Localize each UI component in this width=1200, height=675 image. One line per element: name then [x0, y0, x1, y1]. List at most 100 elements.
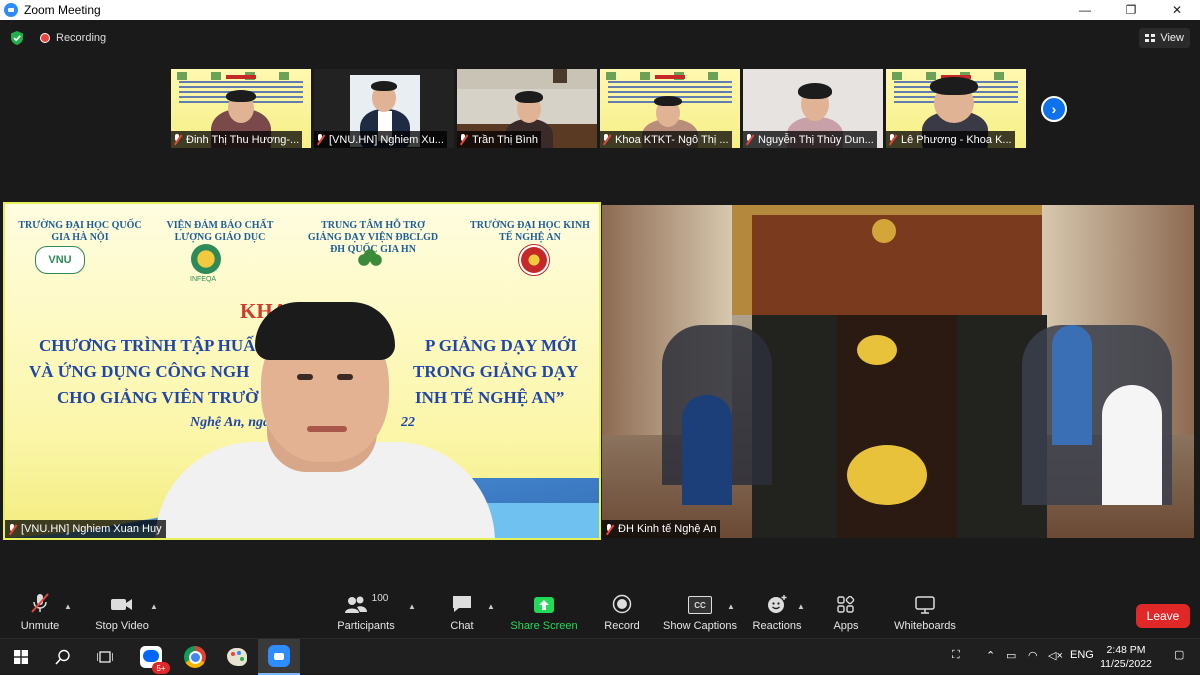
chat-options-chevron-icon[interactable]: ▲	[487, 602, 495, 611]
tray-chevron-up-icon[interactable]: ⌃	[986, 649, 995, 662]
zalo-badge: 5+	[152, 662, 170, 674]
room-video[interactable]: ĐH Kinh tế Nghệ An	[602, 205, 1194, 538]
participant-name: Lê Phương - Khoa K...	[886, 131, 1015, 148]
video-options-chevron-icon[interactable]: ▲	[150, 602, 158, 611]
encryption-shield-icon[interactable]	[10, 31, 24, 45]
chrome-icon	[184, 646, 206, 668]
reactions-smiley-icon	[768, 595, 787, 613]
grid-view-icon	[1145, 34, 1156, 42]
whiteboards-label: Whiteboards	[894, 620, 956, 632]
whiteboard-icon	[915, 596, 935, 614]
taskbar-chrome[interactable]	[174, 639, 216, 675]
task-view-icon	[97, 651, 113, 663]
next-page-button[interactable]: ›	[1041, 96, 1067, 122]
banner-line2-right: TRONG GIẢNG DẠY	[413, 362, 579, 381]
center-tree-logo	[355, 248, 385, 278]
share-screen-icon	[534, 597, 554, 613]
minimize-button[interactable]: —	[1062, 0, 1108, 20]
participants-button[interactable]: 100 Participants	[334, 588, 398, 638]
reactions-options-chevron-icon[interactable]: ▲	[797, 602, 805, 611]
stop-video-button[interactable]: Stop Video	[92, 588, 152, 638]
chevron-right-icon: ›	[1051, 101, 1057, 117]
chat-button[interactable]: Chat	[444, 588, 480, 638]
recording-icon	[40, 33, 50, 43]
banner-org-infeqa: VIỆN ĐẢM BẢO CHẤT LƯỢNG GIÁO DỤC	[166, 220, 274, 243]
speaker-name-label: [VNU.HN] Nghiem Xuan Huy	[5, 520, 166, 538]
active-speaker-video[interactable]: TRƯỜNG ĐẠI HỌC QUỐC GIA HÀ NỘI VIỆN ĐẢM …	[3, 202, 601, 540]
task-view-button[interactable]	[84, 639, 126, 675]
participant-thumbnail[interactable]: [VNU.HN] Nghiem Xu...	[314, 69, 454, 148]
banner-line1-left: CHƯƠNG TRÌNH TẬP HUẤ	[39, 336, 256, 355]
meeting-toolbar: Unmute ▲ Stop Video ▲ 100 Participants ▲…	[0, 588, 1200, 638]
banner-date-right: 22	[401, 415, 415, 430]
chat-label: Chat	[450, 620, 474, 632]
taskbar-zoom[interactable]	[258, 639, 300, 675]
reactions-button[interactable]: Reactions	[750, 588, 804, 638]
input-language[interactable]: ENG	[1070, 649, 1094, 661]
participant-name: [VNU.HN] Nghiem Xu...	[314, 131, 447, 148]
participants-icon	[344, 596, 367, 613]
clock-time: 2:48 PM	[1106, 644, 1146, 656]
maximize-button[interactable]: ❐	[1108, 0, 1154, 20]
record-button[interactable]: Record	[602, 588, 642, 638]
share-screen-button[interactable]: Share Screen	[510, 588, 578, 638]
participant-name: Trần Thị Bình	[457, 131, 542, 148]
record-icon	[612, 594, 632, 614]
start-button[interactable]	[0, 639, 42, 675]
zalo-icon: 5+	[140, 646, 170, 674]
captions-cc-icon: CC	[688, 596, 712, 614]
audio-options-chevron-icon[interactable]: ▲	[64, 602, 72, 611]
chat-bubble-icon	[453, 596, 471, 612]
meeting-info-bar: Recording View	[0, 20, 1200, 56]
participant-name: Đinh Thị Thu Hương-...	[171, 131, 303, 148]
paint-palette-icon	[227, 648, 247, 666]
view-button[interactable]: View	[1139, 28, 1190, 48]
stop-video-label: Stop Video	[95, 620, 149, 632]
show-captions-label: Show Captions	[663, 620, 737, 632]
zoom-app-icon	[268, 645, 290, 667]
participant-thumbnail[interactable]: Nguyễn Thị Thùy Dun...	[743, 69, 883, 148]
infeqa-logo	[191, 244, 221, 274]
participant-thumbnail[interactable]: Trần Thị Bình	[457, 69, 597, 148]
record-label: Record	[604, 620, 640, 632]
participants-options-chevron-icon[interactable]: ▲	[408, 602, 416, 611]
battery-icon[interactable]: ▭	[1006, 649, 1016, 662]
banner-date-left: Nghệ An, ngày	[190, 415, 277, 430]
participant-thumbnail[interactable]: Lê Phương - Khoa K...	[886, 69, 1026, 148]
leave-button[interactable]: Leave	[1136, 604, 1190, 628]
taskbar-clock[interactable]: 2:48 PM 11/25/2022	[1098, 643, 1154, 671]
participant-name: Nguyễn Thị Thùy Dun...	[743, 131, 877, 148]
participants-count: 100	[371, 593, 389, 604]
close-button[interactable]: ✕	[1154, 0, 1200, 20]
captions-options-chevron-icon[interactable]: ▲	[727, 602, 735, 611]
windows-logo-icon	[14, 650, 28, 664]
window-title: Zoom Meeting	[24, 3, 101, 17]
wifi-icon[interactable]: ◠	[1028, 649, 1038, 662]
whiteboards-button[interactable]: Whiteboards	[890, 588, 960, 638]
participant-thumbnail[interactable]: Đinh Thị Thu Hương-...	[171, 69, 311, 148]
people-icon[interactable]: ⛶	[952, 649, 960, 662]
apps-button[interactable]: Apps	[828, 588, 864, 638]
taskbar-zalo[interactable]: 5+	[130, 639, 172, 675]
clock-date: 11/25/2022	[1100, 658, 1152, 670]
zoom-logo-icon	[4, 3, 18, 17]
apps-label: Apps	[833, 620, 859, 632]
share-screen-label: Share Screen	[510, 620, 578, 632]
search-icon	[55, 649, 70, 665]
taskbar-paint[interactable]	[216, 639, 258, 675]
participant-thumbnail[interactable]: Khoa KTKT- Ngô Thị ...	[600, 69, 740, 148]
apps-icon	[837, 596, 855, 613]
view-label: View	[1160, 32, 1184, 44]
volume-muted-icon[interactable]: ◁×	[1048, 649, 1063, 662]
show-captions-button[interactable]: CC Show Captions	[662, 588, 738, 638]
banner-org-ktna: TRƯỜNG ĐẠI HỌC KINH TẾ NGHỆ AN	[470, 220, 590, 243]
ktna-seal-logo	[518, 244, 550, 276]
window-titlebar: Zoom Meeting — ❐ ✕	[0, 0, 1200, 20]
mic-muted-icon	[888, 134, 897, 145]
unmute-button[interactable]: Unmute	[14, 588, 66, 638]
recording-indicator[interactable]: Recording	[40, 32, 106, 44]
search-button[interactable]	[42, 639, 84, 675]
mic-muted-icon	[173, 134, 182, 145]
notifications-icon[interactable]: ▢	[1174, 648, 1184, 661]
infeqa-logo-text: INFEQA	[190, 276, 217, 283]
